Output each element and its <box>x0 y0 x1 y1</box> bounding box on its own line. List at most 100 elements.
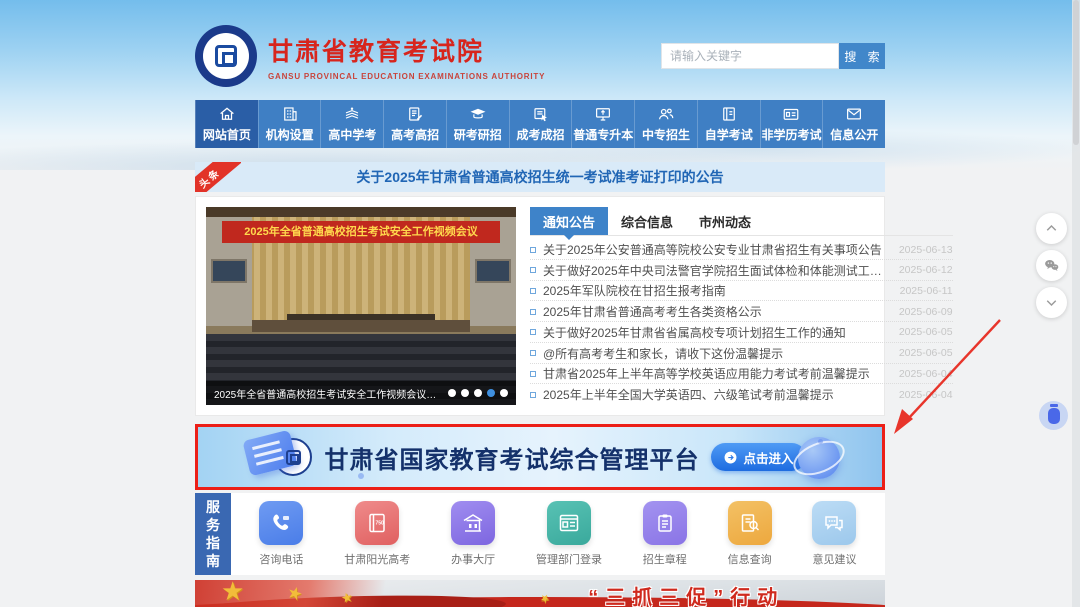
mouse-scroll-widget[interactable] <box>1039 401 1068 430</box>
carousel-dot[interactable] <box>448 389 456 397</box>
nav-item-grad[interactable]: 研考研招 <box>446 100 509 148</box>
main-nav: 网站首页 机构设置 高中学考 高考高招 研考研招 <box>195 100 885 148</box>
notice-item[interactable]: 2025年甘肃省普通高考考生各类资格公示 2025-06-09 <box>530 302 953 322</box>
notice-title: 2025年上半年全国大学英语四、六级笔试考前温馨提示 <box>543 386 891 403</box>
envelope-icon <box>845 105 863 123</box>
service-items: 咨询电话 750 甘肃阳光高考 办事大厅 管理部门登录 <box>231 493 885 575</box>
search-box: 搜 索 <box>661 43 885 69</box>
nav-item-label: 中专招生 <box>642 126 690 143</box>
tab[interactable]: 通知公告 <box>530 207 608 235</box>
wechat-icon <box>1043 257 1060 274</box>
service-item-phone[interactable]: 咨询电话 <box>259 501 303 567</box>
bullet-square-icon <box>530 247 536 253</box>
enter-platform-button[interactable]: 点击进入 <box>711 443 805 471</box>
notice-item[interactable]: 甘肃省2025年上半年高等学校英语应用能力考试考前温馨提示 2025-06-04 <box>530 364 953 384</box>
notice-title: @所有高考考生和家长，请收下这份温馨提示 <box>543 345 891 362</box>
home-icon <box>218 105 236 123</box>
notice-item[interactable]: 关于做好2025年甘肃省省属高校专项计划招生工作的通知 2025-06-05 <box>530 323 953 343</box>
main-panel: 2025年全省普通高校招生考试安全工作视频会议 2025年全省普通高校招生考试安… <box>195 196 885 416</box>
star-icon: ★ <box>339 589 354 607</box>
nav-item-label: 网站首页 <box>203 126 251 143</box>
nav-item-people[interactable]: 中专招生 <box>634 100 697 148</box>
carousel-dot[interactable] <box>500 389 508 397</box>
login-icon <box>547 501 591 545</box>
service-item-label: 信息查询 <box>728 551 772 567</box>
notice-item[interactable]: 关于2025年公安普通高等院校公安专业甘肃省招生有关事项公告 2025-06-1… <box>530 240 953 260</box>
carousel-caption[interactable]: 2025年全省普通高校招生考试安全工作视频会议在兰州召开 <box>214 386 442 401</box>
carousel-dot[interactable] <box>487 389 495 397</box>
headline-link[interactable]: 关于2025年甘肃省普通高校招生统一考试准考证打印的公告 <box>356 167 723 187</box>
nav-item-label: 研考研招 <box>454 126 502 143</box>
examdoc-icon <box>406 105 424 123</box>
bullet-square-icon <box>530 392 536 398</box>
nav-item-label: 成考成招 <box>517 126 565 143</box>
service-item-book750[interactable]: 750 甘肃阳光高考 <box>344 501 410 567</box>
service-item-label: 意见建议 <box>812 551 856 567</box>
nav-item-label: 自学考试 <box>705 126 753 143</box>
charter-icon <box>643 501 687 545</box>
campaign-banner[interactable]: ★ ★ ★ ★ “三抓三促”行动 <box>195 580 885 607</box>
service-item-label: 办事大厅 <box>451 551 495 567</box>
scrollbar-thumb[interactable] <box>1073 0 1079 145</box>
notice-list: 关于2025年公安普通高等院校公安专业甘肃省招生有关事项公告 2025-06-1… <box>530 236 953 405</box>
platform-banner[interactable]: 甘肃省国家教育考试综合管理平台 点击进入 <box>198 427 882 487</box>
nav-item-home[interactable]: 网站首页 <box>195 100 258 148</box>
service-item-charter[interactable]: 招生章程 <box>643 501 687 567</box>
service-item-query[interactable]: 信息查询 <box>728 501 772 567</box>
tab[interactable]: 综合信息 <box>608 207 686 235</box>
service-item-login[interactable]: 管理部门登录 <box>536 501 602 567</box>
nav-item-books[interactable]: 高中学考 <box>320 100 383 148</box>
notice-item[interactable]: 2025年上半年全国大学英语四、六级笔试考前温馨提示 2025-06-04 <box>530 385 953 405</box>
tab[interactable]: 市州动态 <box>686 207 764 235</box>
mouse-icon <box>1048 408 1060 424</box>
site-title: 甘肃省教育考试院 <box>268 32 545 68</box>
notice-title: 2025年甘肃省普通高考考生各类资格公示 <box>543 303 891 320</box>
nav-item-label: 信息公开 <box>830 126 878 143</box>
nav-item-label: 高中学考 <box>328 126 376 143</box>
carousel-dot[interactable] <box>461 389 469 397</box>
scrollbar[interactable] <box>1072 0 1080 607</box>
nav-item-upgrade[interactable]: 普通专升本 <box>571 100 634 148</box>
phone-icon <box>259 501 303 545</box>
service-item-feedback[interactable]: 意见建议 <box>812 501 856 567</box>
hall-icon <box>451 501 495 545</box>
nav-item-org[interactable]: 机构设置 <box>258 100 321 148</box>
notice-title: 2025年军队院校在甘招生报考指南 <box>543 282 892 299</box>
service-guide: 服务指南 咨询电话 750 甘肃阳光高考 办事大厅 <box>195 493 885 575</box>
nav-item-idcard[interactable]: 非学历考试 <box>760 100 823 148</box>
notice-title: 关于做好2025年甘肃省省属高校专项计划招生工作的通知 <box>543 324 891 341</box>
chevron-up-icon <box>1043 220 1060 237</box>
photo-banner-text: 2025年全省普通高校招生考试安全工作视频会议 <box>222 221 500 243</box>
notice-item[interactable]: @所有高考考生和家长，请收下这份温馨提示 2025-06-05 <box>530 344 953 364</box>
notice-panel: 通知公告 综合信息 市州动态 关于2025年公安普通高等院校公安专业甘 <box>530 207 953 405</box>
upgrade-icon <box>594 105 612 123</box>
notice-title: 关于做好2025年中央司法警官学院招生面试体检和体能测试工作的通知 <box>543 262 891 279</box>
notice-title: 甘肃省2025年上半年高等学校英语应用能力考试考前温馨提示 <box>543 365 891 382</box>
carousel-dot[interactable] <box>474 389 482 397</box>
nav-item-envelope[interactable]: 信息公开 <box>822 100 885 148</box>
site-logo-seal-icon <box>195 25 257 87</box>
wechat-button[interactable] <box>1036 250 1067 281</box>
nav-item-label: 非学历考试 <box>761 126 821 143</box>
nav-item-selfbook[interactable]: 自学考试 <box>697 100 760 148</box>
scroll-down-button[interactable] <box>1036 287 1067 318</box>
bullet-square-icon <box>530 350 536 356</box>
notice-item[interactable]: 关于做好2025年中央司法警官学院招生面试体检和体能测试工作的通知 2025-0… <box>530 261 953 281</box>
scroll-up-button[interactable] <box>1036 213 1067 244</box>
carousel-caption-bar: 2025年全省普通高校招生考试安全工作视频会议在兰州召开 <box>206 381 516 405</box>
carousel-dots <box>448 389 508 397</box>
platform-title: 甘肃省国家教育考试综合管理平台 <box>324 440 699 475</box>
nav-item-examdoc[interactable]: 高考高招 <box>383 100 446 148</box>
notice-item[interactable]: 2025年军队院校在甘招生报考指南 2025-06-11 <box>530 281 953 301</box>
service-item-hall[interactable]: 办事大厅 <box>451 501 495 567</box>
nav-item-label: 机构设置 <box>266 126 314 143</box>
selfbook-icon <box>720 105 738 123</box>
bullet-square-icon <box>530 329 536 335</box>
nav-item-adult[interactable]: 成考成招 <box>509 100 572 148</box>
news-carousel[interactable]: 2025年全省普通高校招生考试安全工作视频会议 2025年全省普通高校招生考试安… <box>206 207 516 405</box>
service-item-label: 招生章程 <box>643 551 687 567</box>
notice-tabs: 通知公告 综合信息 市州动态 <box>530 207 953 236</box>
search-button[interactable]: 搜 索 <box>839 43 885 69</box>
search-input[interactable] <box>661 43 839 69</box>
books-icon <box>343 105 361 123</box>
